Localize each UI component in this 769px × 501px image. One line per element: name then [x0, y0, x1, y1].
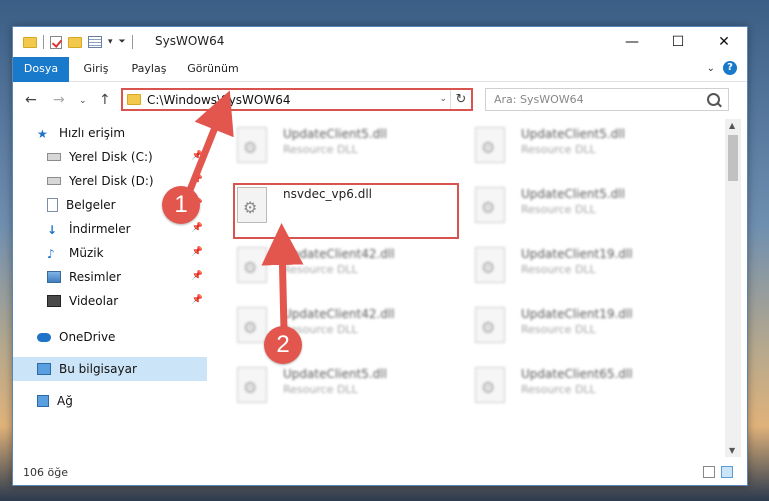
annotation-arrows — [186, 90, 304, 331]
step-1-badge: 1 — [162, 186, 200, 224]
arrow-to-address-bar — [186, 90, 234, 192]
arrow-to-file — [261, 223, 304, 331]
step-2-badge: 2 — [264, 326, 302, 364]
